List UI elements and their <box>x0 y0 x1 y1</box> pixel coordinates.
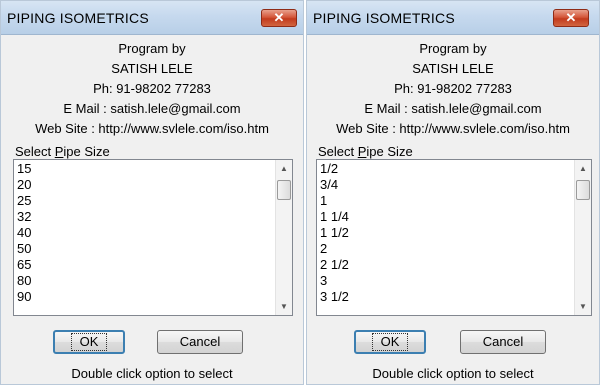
list-item[interactable]: 32 <box>14 209 275 225</box>
vertical-scrollbar[interactable]: ▲ ▼ <box>275 160 292 315</box>
scroll-down-arrow-icon[interactable]: ▼ <box>276 298 292 315</box>
program-by-label: Program by <box>419 41 487 56</box>
window-title: PIPING ISOMETRICS <box>7 10 149 26</box>
author-name: SATISH LELE <box>111 61 193 76</box>
list-item[interactable]: 90 <box>14 289 275 305</box>
list-item[interactable]: 2 <box>317 241 574 257</box>
select-pipe-size-label: Select Pipe Size <box>318 144 413 159</box>
title-bar[interactable]: PIPING ISOMETRICS ✕ <box>1 1 303 35</box>
vertical-scrollbar[interactable]: ▲ ▼ <box>574 160 591 315</box>
list-item[interactable]: 1 1/4 <box>317 209 574 225</box>
list-item[interactable]: 3 <box>317 273 574 289</box>
phone-text: Ph: 91-98202 77283 <box>93 81 211 96</box>
list-item[interactable]: 40 <box>14 225 275 241</box>
list-item[interactable]: 20 <box>14 177 275 193</box>
select-pipe-size-label: Select Pipe Size <box>15 144 110 159</box>
scrollbar-thumb[interactable] <box>576 180 590 200</box>
ok-button[interactable]: OK <box>354 330 426 354</box>
scroll-up-arrow-icon[interactable]: ▲ <box>575 160 591 177</box>
hint-text: Double click option to select <box>372 366 534 381</box>
select-label-prefix: Select <box>15 144 55 159</box>
list-item[interactable]: 1 <box>317 193 574 209</box>
list-item[interactable]: 15 <box>14 161 275 177</box>
screenshot-stage: PIPING ISOMETRICS ✕ Program by SATISH LE… <box>0 0 600 385</box>
close-icon: ✕ <box>565 10 577 25</box>
pipe-size-list: 1/2 3/4 1 1 1/4 1 1/2 2 2 1/2 3 3 1/2 <box>317 160 574 315</box>
close-button[interactable]: ✕ <box>261 9 297 27</box>
scrollbar-thumb[interactable] <box>277 180 291 200</box>
email-text: E Mail : satish.lele@gmail.com <box>364 101 542 116</box>
ok-button[interactable]: OK <box>53 330 125 354</box>
list-item[interactable]: 25 <box>14 193 275 209</box>
list-item[interactable]: 3/4 <box>317 177 574 193</box>
select-label-suffix: ipe Size <box>63 144 110 159</box>
list-item[interactable]: 3 1/2 <box>317 289 574 305</box>
select-label-prefix: Select <box>318 144 358 159</box>
close-icon: ✕ <box>273 10 285 25</box>
email-text: E Mail : satish.lele@gmail.com <box>63 101 241 116</box>
pipe-size-listbox[interactable]: 1/2 3/4 1 1 1/4 1 1/2 2 2 1/2 3 3 1/2 ▲ … <box>316 159 592 316</box>
cancel-button[interactable]: Cancel <box>157 330 243 354</box>
title-bar[interactable]: PIPING ISOMETRICS ✕ <box>307 1 599 35</box>
author-name: SATISH LELE <box>412 61 494 76</box>
close-button[interactable]: ✕ <box>553 9 589 27</box>
scroll-down-arrow-icon[interactable]: ▼ <box>575 298 591 315</box>
list-item[interactable]: 1 1/2 <box>317 225 574 241</box>
window-title: PIPING ISOMETRICS <box>313 10 455 26</box>
select-label-suffix: ipe Size <box>366 144 413 159</box>
list-item[interactable]: 2 1/2 <box>317 257 574 273</box>
ok-button-label: OK <box>70 333 108 351</box>
website-text: Web Site : http://www.svlele.com/iso.htm <box>35 121 269 136</box>
hint-text: Double click option to select <box>71 366 233 381</box>
list-item[interactable]: 80 <box>14 273 275 289</box>
phone-text: Ph: 91-98202 77283 <box>394 81 512 96</box>
piping-isometrics-dialog-imperial: PIPING ISOMETRICS ✕ Program by SATISH LE… <box>306 0 600 385</box>
scroll-up-arrow-icon[interactable]: ▲ <box>276 160 292 177</box>
program-by-label: Program by <box>118 41 186 56</box>
website-text: Web Site : http://www.svlele.com/iso.htm <box>336 121 570 136</box>
pipe-size-list: 15 20 25 32 40 50 65 80 90 <box>14 160 275 315</box>
cancel-button[interactable]: Cancel <box>460 330 546 354</box>
list-item[interactable]: 50 <box>14 241 275 257</box>
piping-isometrics-dialog-metric: PIPING ISOMETRICS ✕ Program by SATISH LE… <box>0 0 304 385</box>
pipe-size-listbox[interactable]: 15 20 25 32 40 50 65 80 90 ▲ ▼ <box>13 159 293 316</box>
list-item[interactable]: 65 <box>14 257 275 273</box>
list-item[interactable]: 1/2 <box>317 161 574 177</box>
ok-button-label: OK <box>371 333 409 351</box>
